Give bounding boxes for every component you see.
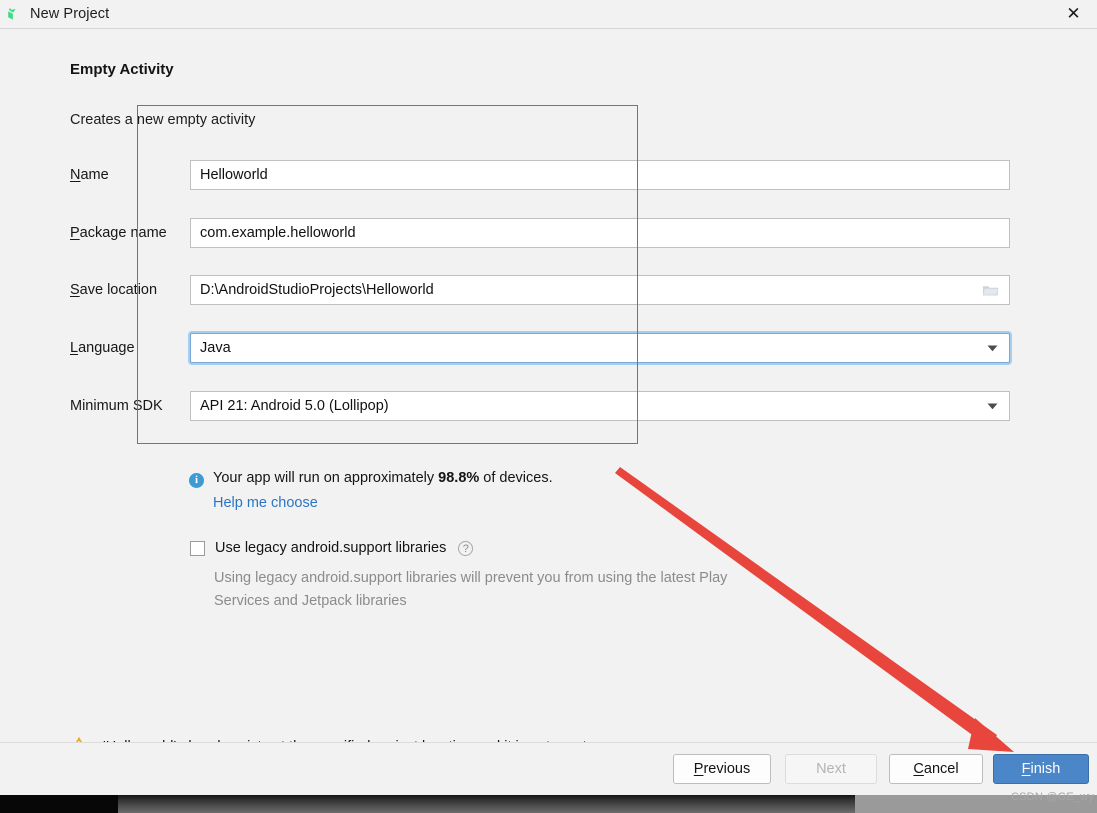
finish-button[interactable]: Finish xyxy=(993,754,1089,784)
chevron-down-icon xyxy=(981,392,1003,420)
save-location-input-value: D:\AndroidStudioProjects\Helloworld xyxy=(200,282,434,298)
label-language: Language xyxy=(70,340,135,356)
android-icon xyxy=(5,6,21,22)
help-me-choose-link[interactable]: Help me choose xyxy=(213,495,318,511)
dialog-content: Empty Activity Creates a new empty activ… xyxy=(0,29,1097,755)
watermark: CSDN @GE_wy xyxy=(1011,791,1095,803)
name-input[interactable]: Helloworld xyxy=(190,160,1010,190)
device-coverage-text: Your app will run on approximately 98.8%… xyxy=(213,470,553,486)
info-prefix: Your app will run on approximately xyxy=(213,470,439,486)
package-name-input-value: com.example.helloworld xyxy=(200,225,356,241)
next-button: Next xyxy=(785,754,877,784)
label-package-name: Package name xyxy=(70,225,167,241)
minimum-sdk-dropdown[interactable]: API 21: Android 5.0 (Lollipop) xyxy=(190,391,1010,421)
new-project-dialog: New Project ✕ Empty Activity Creates a n… xyxy=(0,0,1097,795)
help-question-icon[interactable]: ? xyxy=(458,540,474,556)
save-location-input[interactable]: D:\AndroidStudioProjects\Helloworld xyxy=(190,275,1010,305)
dialog-footer: Previous Next Cancel Finish xyxy=(0,742,1097,795)
screenshot-root: New Project ✕ Empty Activity Creates a n… xyxy=(0,0,1097,813)
cancel-button[interactable]: Cancel xyxy=(889,754,983,784)
info-suffix: of devices. xyxy=(479,470,553,486)
desktop-backdrop-dark-left xyxy=(0,794,118,813)
language-dropdown[interactable]: Java xyxy=(190,333,1010,363)
legacy-libraries-description: Using legacy android.support libraries w… xyxy=(214,570,728,609)
info-percent: 98.8% xyxy=(438,470,480,486)
label-minimum-sdk: Minimum SDK xyxy=(70,398,163,414)
package-name-input[interactable]: com.example.helloworld xyxy=(190,218,1010,248)
label-name: Name xyxy=(70,167,109,183)
dialog-titlebar: New Project ✕ xyxy=(0,0,1097,29)
window-title: New Project xyxy=(30,6,110,22)
folder-browse-icon[interactable] xyxy=(977,276,1003,304)
page-title: Empty Activity xyxy=(70,61,174,78)
chevron-down-icon xyxy=(981,334,1003,362)
page-description: Creates a new empty activity xyxy=(70,112,256,128)
desktop-backdrop-dark xyxy=(0,794,855,813)
legacy-libraries-row: Use legacy android.support libraries ? xyxy=(190,540,474,556)
device-coverage-info: i Your app will run on approximately 98.… xyxy=(189,470,553,488)
close-button[interactable]: ✕ xyxy=(1050,0,1097,28)
name-input-value: Helloworld xyxy=(200,167,268,183)
previous-button[interactable]: Previous xyxy=(673,754,771,784)
label-save-location: Save location xyxy=(70,282,158,298)
legacy-libraries-label: Use legacy android.support libraries xyxy=(215,540,447,556)
close-icon: ✕ xyxy=(1066,3,1081,24)
info-icon: i xyxy=(189,473,204,488)
minimum-sdk-dropdown-value: API 21: Android 5.0 (Lollipop) xyxy=(200,398,389,414)
legacy-libraries-checkbox[interactable] xyxy=(190,540,205,556)
language-dropdown-value: Java xyxy=(200,340,231,356)
